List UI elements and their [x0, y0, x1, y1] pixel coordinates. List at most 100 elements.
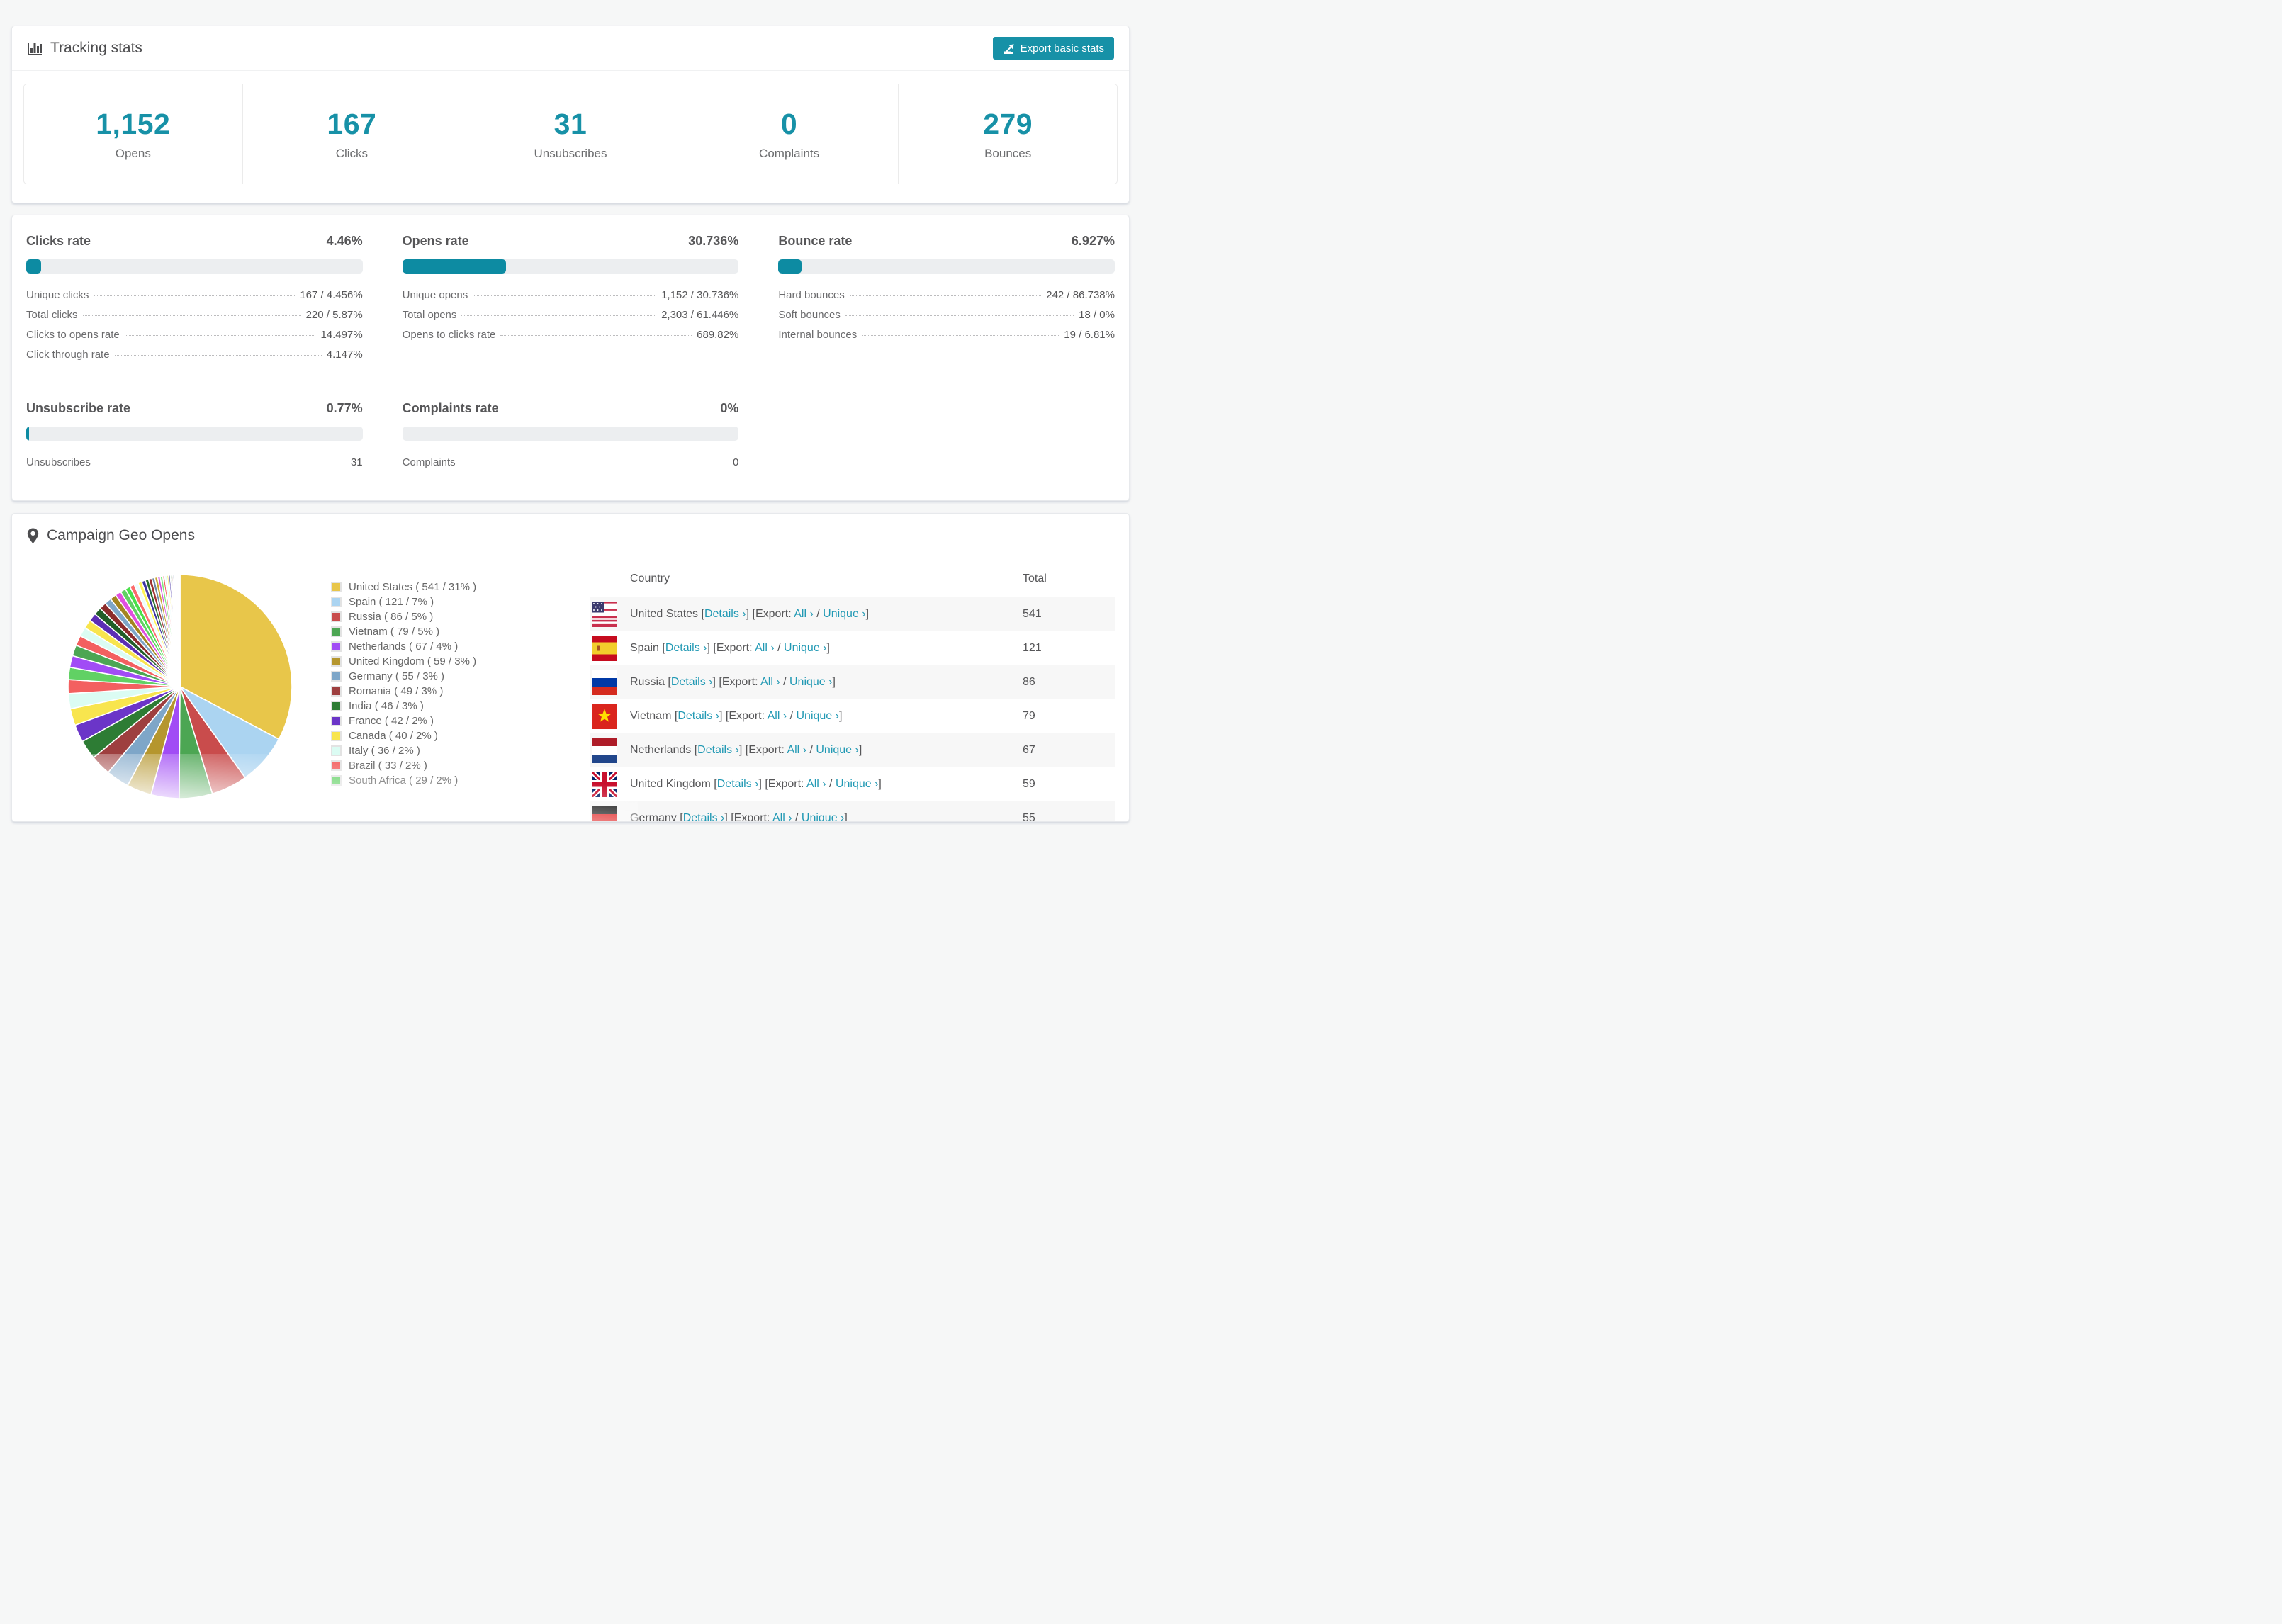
- country-cell: Netherlands [Details ›] [Export: All › /…: [630, 744, 862, 757]
- progress-bar-fill: [402, 259, 506, 274]
- progress-bar-fill: [778, 259, 802, 274]
- table-row-ru: Russia [Details ›] [Export: All › / Uniq…: [590, 665, 1115, 699]
- export-word: Export:: [755, 607, 794, 620]
- legend-swatch: [331, 775, 342, 786]
- rate-title: Complaints rate: [402, 401, 499, 415]
- export-unique-link[interactable]: Unique ›: [823, 608, 865, 620]
- rate-title: Bounce rate: [778, 234, 853, 248]
- legend-label: Canada ( 40 / 2% ): [349, 730, 438, 742]
- export-all-link[interactable]: All ›: [794, 608, 814, 620]
- rate-head: Clicks rate 4.46%: [26, 234, 363, 249]
- page-title-text: Tracking stats: [50, 40, 142, 56]
- rate-block-bounce-rate: Bounce rate 6.927% Hard bounces 242 / 86.73…: [778, 234, 1115, 368]
- export-basic-stats-button[interactable]: Export basic stats: [992, 37, 1114, 60]
- progress-bar-track: [402, 427, 739, 441]
- rate-stat-lines: Unique clicks 167 / 4.456% Total clicks 220…: [26, 289, 363, 368]
- export-all-link[interactable]: All ›: [772, 812, 792, 822]
- export-all-link[interactable]: All ›: [768, 710, 787, 722]
- stat-line: Hard bounces 242 / 86.738%: [778, 289, 1115, 309]
- legend-swatch: [331, 611, 342, 622]
- bracket: ]: [865, 607, 870, 620]
- slash-separator: /: [780, 675, 789, 688]
- stat-line: Total opens 2,303 / 61.446%: [403, 309, 739, 329]
- legend-swatch: [331, 731, 342, 741]
- legend-item-vietnam: Vietnam ( 79 / 5% ): [331, 624, 544, 639]
- rate-percentage: 6.927%: [1071, 234, 1115, 248]
- stat-line-label: Complaints: [402, 456, 456, 468]
- stat-line: Unique clicks 167 / 4.456%: [26, 289, 363, 309]
- rate-percentage: 0.77%: [326, 401, 363, 415]
- rate-percentage: 0%: [720, 401, 739, 415]
- export-all-link[interactable]: All ›: [755, 642, 775, 654]
- details-link[interactable]: Details ›: [717, 778, 759, 790]
- stat-line-value: 2,303 / 61.446%: [661, 309, 739, 321]
- export-all-link[interactable]: All ›: [806, 778, 826, 790]
- legend-label: India ( 46 / 3% ): [349, 700, 424, 712]
- export-unique-link[interactable]: Unique ›: [836, 778, 878, 790]
- details-link[interactable]: Details ›: [671, 676, 713, 688]
- summary-value: 167: [327, 107, 377, 140]
- export-word: Export:: [734, 811, 772, 822]
- geo-table: Country Total United States [Details ›] …: [590, 561, 1115, 822]
- stat-line-value: 4.147%: [326, 349, 363, 361]
- summary-cell-clicks: 167 Clicks: [242, 84, 461, 184]
- rate-block-clicks-rate: Clicks rate 4.46% Unique clicks 167 / 4.456…: [26, 234, 363, 368]
- details-link[interactable]: Details ›: [665, 642, 707, 654]
- summary-label: Clicks: [335, 146, 369, 160]
- summary-label: Bounces: [984, 146, 1032, 160]
- stat-line-label: Unsubscribes: [26, 456, 91, 468]
- table-row-es: Spain [Details ›] [Export: All › / Uniqu…: [590, 631, 1115, 665]
- details-link[interactable]: Details ›: [697, 744, 739, 756]
- summary-cell-complaints: 0 Complaints: [679, 84, 899, 184]
- total-cell: 86: [1023, 675, 1035, 688]
- slash-separator: /: [792, 811, 802, 822]
- bracket: ]: [858, 743, 862, 756]
- dotted-leader: [82, 315, 301, 316]
- flag-de-icon: [592, 805, 617, 821]
- legend-label: Russia ( 86 / 5% ): [349, 611, 434, 623]
- table-row-gb: United Kingdom [Details ›] [Export: All …: [590, 767, 1115, 801]
- export-unique-link[interactable]: Unique ›: [816, 744, 858, 756]
- tracking-stats-header: Tracking stats Export basic stats: [12, 26, 1129, 71]
- slash-separator: /: [774, 641, 785, 654]
- dotted-leader: [845, 315, 1074, 316]
- legend-item-brazil: Brazil ( 33 / 2% ): [331, 758, 544, 773]
- dotted-leader: [124, 335, 316, 336]
- page-title: Tracking stats: [27, 40, 142, 57]
- details-link[interactable]: Details ›: [704, 608, 746, 620]
- export-unique-link[interactable]: Unique ›: [797, 710, 839, 722]
- legend-item-united-states: United States ( 541 / 31% ): [331, 580, 544, 594]
- geo-pie-chart[interactable]: [66, 573, 294, 804]
- bracket: ]: [844, 811, 848, 822]
- map-pin-icon: [27, 528, 39, 543]
- bracket: ] [: [738, 743, 749, 756]
- legend-label: United States ( 541 / 31% ): [349, 581, 477, 593]
- stat-line-label: Internal bounces: [778, 329, 858, 341]
- export-all-link[interactable]: All ›: [760, 676, 780, 688]
- summary-value: 1,152: [96, 107, 171, 140]
- stat-line-value: 19 / 6.81%: [1064, 329, 1115, 341]
- export-all-link[interactable]: All ›: [787, 744, 806, 756]
- bracket: ] [: [724, 811, 734, 822]
- details-link[interactable]: Details ›: [683, 812, 725, 822]
- export-unique-link[interactable]: Unique ›: [789, 676, 832, 688]
- stat-line-label: Total opens: [402, 309, 457, 321]
- geo-header: Campaign Geo Opens: [12, 514, 1129, 558]
- stat-line-value: 167 / 4.456%: [300, 289, 363, 301]
- export-unique-link[interactable]: Unique ›: [802, 812, 844, 822]
- stat-line-label: Click through rate: [26, 349, 110, 361]
- pie-slice-other[interactable]: [179, 574, 181, 687]
- summary-value: 279: [983, 107, 1033, 140]
- table-row-vn: Vietnam [Details ›] [Export: All › / Uni…: [590, 699, 1115, 733]
- details-link[interactable]: Details ›: [678, 710, 719, 722]
- export-unique-link[interactable]: Unique ›: [784, 642, 826, 654]
- legend-item-italy: Italy ( 36 / 2% ): [331, 743, 544, 758]
- bracket: ]: [826, 641, 830, 654]
- table-row-de: Germany [Details ›] [Export: All › / Uni…: [590, 801, 1115, 822]
- column-header-total: Total: [1023, 573, 1047, 585]
- stat-line: Total clicks 220 / 5.87%: [26, 309, 363, 329]
- legend-swatch: [331, 701, 342, 711]
- rate-stat-lines: Complaints 0: [403, 456, 739, 476]
- slash-separator: /: [826, 777, 836, 790]
- legend-item-russia: Russia ( 86 / 5% ): [331, 609, 544, 624]
